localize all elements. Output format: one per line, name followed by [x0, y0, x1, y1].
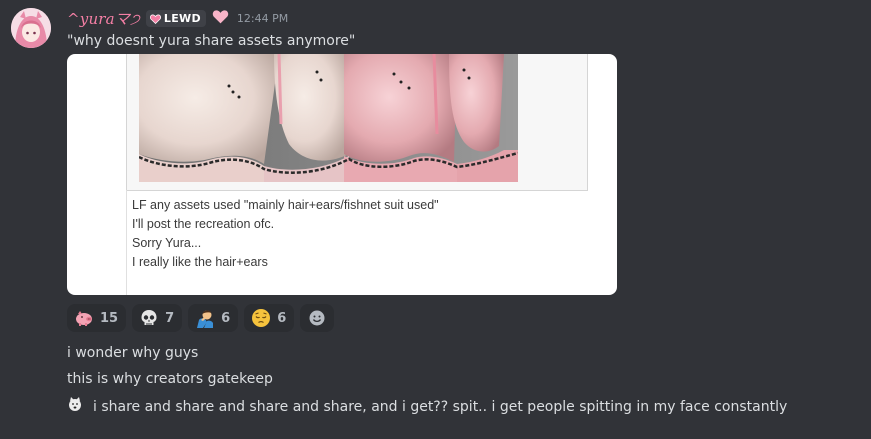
reaction-count: 6 — [277, 310, 287, 326]
reaction-pensive[interactable]: 6 — [244, 304, 295, 332]
embed-text-line: Sorry Yura... — [132, 236, 202, 250]
timestamp: 12:44 PM — [236, 11, 289, 25]
message-text: "why doesnt yura share assets anymore" — [67, 33, 356, 49]
add-reaction-button[interactable] — [300, 304, 335, 332]
avatar-image — [11, 8, 51, 48]
embed-text-line: LF any assets used "mainly hair+ears/fis… — [132, 198, 439, 212]
message-text-with-emoji: i share and share and share and share, a… — [67, 396, 787, 417]
reaction-skull[interactable]: 7 — [132, 304, 183, 332]
reaction-bar: 15 7 6 6 — [67, 304, 335, 332]
embed-text-line: I really like the hair+ears — [132, 255, 268, 269]
message-text: this is why creators gatekeep — [67, 371, 273, 387]
person-facepalm-emoji — [195, 308, 215, 328]
pensive-face-emoji — [251, 308, 271, 328]
render-image — [139, 54, 518, 182]
username[interactable]: ^yuraマ੭ — [67, 8, 140, 29]
heart-icon — [149, 9, 161, 28]
embed-text-border — [126, 190, 127, 295]
avatar[interactable] — [11, 8, 51, 48]
reaction-pig[interactable]: 15 — [67, 304, 127, 332]
add-reaction-icon — [307, 308, 327, 328]
reaction-count: 7 — [165, 310, 175, 326]
embed-text-line: I'll post the recreation ofc. — [132, 217, 275, 231]
tag-label: LEWD — [163, 11, 201, 25]
message-text: i share and share and share and share, a… — [93, 398, 788, 415]
skull-emoji — [139, 308, 159, 328]
pig-emoji — [74, 308, 94, 328]
image-attachment[interactable]: LF any assets used "mainly hair+ears/fis… — [67, 54, 617, 295]
message-header: ^yuraマ੭ LEWD 12:44 PM — [67, 8, 288, 28]
spit-emoji — [67, 396, 83, 417]
reaction-facepalm[interactable]: 6 — [188, 304, 239, 332]
role-heart-icon[interactable] — [212, 9, 229, 28]
server-tag-badge[interactable]: LEWD — [145, 9, 206, 28]
reaction-count: 15 — [100, 310, 119, 326]
message-text: i wonder why guys — [67, 345, 199, 361]
reaction-count: 6 — [221, 310, 231, 326]
